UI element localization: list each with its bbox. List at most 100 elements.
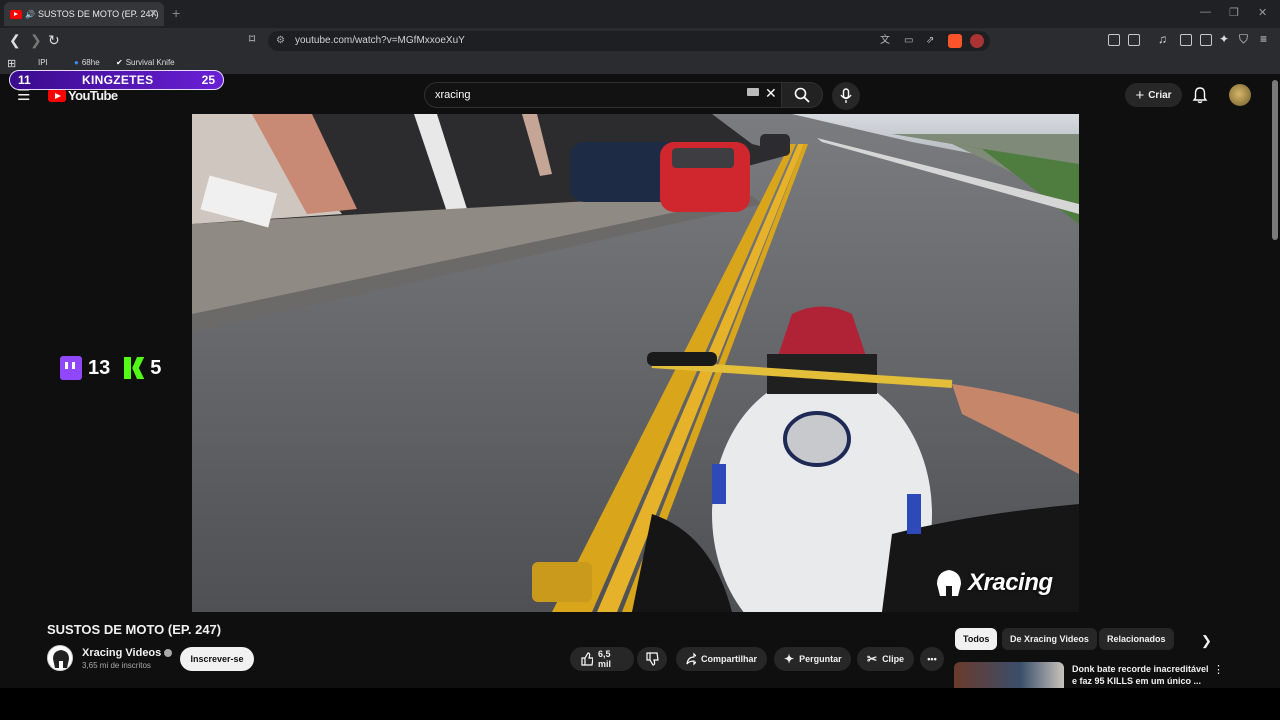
clear-search-icon[interactable]: ✕: [765, 85, 777, 102]
score-name: KINGZETES: [82, 73, 154, 87]
video-watermark: Xracing: [934, 568, 1053, 598]
new-tab-icon[interactable]: +: [172, 5, 180, 21]
menu-icon[interactable]: ≡: [1260, 32, 1267, 46]
ask-button[interactable]: ✦ Perguntar: [774, 647, 851, 671]
microphone-icon: [840, 88, 852, 103]
thumbs-down-icon: [646, 652, 659, 666]
subscriber-count: 3,65 mi de inscritos: [82, 661, 151, 670]
spartan-helmet-icon: [937, 570, 961, 596]
audio-icon: 🔊: [25, 9, 35, 19]
bookmark-icon[interactable]: ⌑: [249, 32, 255, 46]
channel-logo-icon: [53, 650, 69, 668]
tab-title: SUSTOS DE MOTO (EP. 247): [37, 9, 159, 19]
restore-icon[interactable]: ❐: [1229, 6, 1239, 19]
score-left: 11: [18, 73, 31, 87]
back-icon[interactable]: ❮: [9, 32, 21, 49]
subscribe-label: Inscrever-se: [190, 654, 244, 664]
youtube-favicon-icon: [10, 9, 22, 19]
verified-icon: [164, 649, 173, 657]
extensions-icon[interactable]: [1108, 34, 1120, 46]
forward-icon[interactable]: ❯: [30, 32, 42, 49]
channel-name: Xracing Videos: [82, 647, 162, 659]
downloads-icon[interactable]: [1200, 34, 1212, 46]
minimize-icon[interactable]: —: [1200, 6, 1211, 18]
user-avatar[interactable]: [1229, 84, 1251, 106]
bookmark-item[interactable]: ● 68he: [74, 58, 100, 67]
wallet-icon[interactable]: [1128, 34, 1140, 46]
cast-icon[interactable]: ▭: [904, 31, 913, 51]
clip-button[interactable]: ✂ Clipe: [857, 647, 914, 671]
chip-related[interactable]: Relacionados: [1099, 628, 1174, 650]
sparkle-icon: ✦: [784, 652, 795, 666]
create-button[interactable]: + Criar: [1125, 83, 1182, 107]
url-field[interactable]: ⚙ youtube.com/watch?v=MGfMxxoeXuY 文 ▭ ⇗: [268, 31, 990, 51]
search-icon: [794, 87, 810, 103]
chip-label: Relacionados: [1107, 634, 1166, 644]
translate-icon[interactable]: 文: [880, 31, 890, 51]
tab-close-icon[interactable]: ✕: [149, 7, 158, 20]
stream-counters: 13 5: [60, 356, 161, 380]
twitch-icon: [60, 356, 82, 380]
channel-name-row[interactable]: Xracing Videos: [82, 647, 173, 659]
vpn-icon[interactable]: ⛉: [1239, 32, 1248, 47]
reload-icon[interactable]: ↻: [48, 32, 60, 49]
scissors-icon: ✂: [867, 652, 878, 666]
subscribe-button[interactable]: Inscrever-se: [180, 647, 254, 671]
leo-ai-icon[interactable]: ✦: [1219, 32, 1229, 46]
channel-avatar[interactable]: [47, 645, 73, 671]
thumbs-up-icon: [581, 652, 593, 666]
watermark-text: Xracing: [968, 569, 1053, 596]
apps-grid-icon[interactable]: ⊞: [7, 57, 16, 70]
chip-all[interactable]: Todos: [955, 628, 998, 650]
plus-icon: +: [1135, 86, 1145, 104]
notifications-bell-icon[interactable]: [1192, 86, 1208, 104]
more-actions-button[interactable]: •••: [920, 647, 944, 671]
score-overlay: 11 KINGZETES 25: [9, 70, 224, 90]
brave-shield-icon[interactable]: [948, 34, 962, 48]
voice-search-button[interactable]: [832, 82, 860, 110]
kick-count: 5: [150, 356, 162, 379]
more-icon: •••: [927, 654, 937, 664]
like-button[interactable]: 6,5 mil: [570, 647, 634, 671]
search-input[interactable]: xracing ✕: [424, 82, 782, 108]
url-text: youtube.com/watch?v=MGfMxxoeXuY: [295, 35, 465, 46]
search-value: xracing: [435, 89, 471, 101]
sidebar-icon[interactable]: [1180, 34, 1192, 46]
share-icon: [686, 652, 696, 666]
video-player[interactable]: [192, 114, 1079, 612]
taskbar-area: [0, 688, 1280, 720]
video-frame: [192, 114, 1079, 612]
youtube-play-icon: [48, 89, 66, 102]
score-right: 25: [201, 73, 215, 87]
chip-label: De Xracing Videos: [1010, 634, 1089, 644]
chevron-right-icon[interactable]: ❯: [1201, 633, 1212, 649]
like-count: 6,5 mil: [598, 649, 612, 669]
media-icon[interactable]: ♫: [1158, 32, 1167, 46]
youtube-logo-text: YouTube: [68, 88, 118, 103]
bookmark-item[interactable]: IPI: [38, 58, 48, 67]
clip-label: Clipe: [882, 654, 905, 664]
share-button[interactable]: Compartilhar: [676, 647, 767, 671]
dislike-button[interactable]: [637, 647, 667, 671]
recommendation-title[interactable]: Donk bate recorde inacreditável e faz 95…: [1072, 663, 1212, 687]
keyboard-icon[interactable]: [747, 88, 759, 96]
chip-from-channel[interactable]: De Xracing Videos: [1002, 628, 1097, 650]
youtube-logo[interactable]: YouTube: [48, 88, 118, 103]
rewards-icon[interactable]: [970, 34, 984, 48]
kick-icon: [124, 357, 144, 379]
create-label: Criar: [1148, 89, 1172, 101]
twitch-count: 13: [88, 356, 111, 379]
window-close-icon[interactable]: ✕: [1258, 6, 1267, 19]
video-title: SUSTOS DE MOTO (EP. 247): [47, 622, 222, 637]
site-info-icon[interactable]: ⚙: [276, 31, 285, 51]
share-page-icon[interactable]: ⇗: [926, 31, 934, 51]
recommendation-thumbnail[interactable]: [954, 662, 1064, 688]
ask-label: Perguntar: [799, 654, 842, 664]
share-label: Compartilhar: [700, 654, 757, 664]
address-bar-row: ❮ ❯ ↻ ⌑ ⚙ youtube.com/watch?v=MGfMxxoeXu…: [0, 28, 1280, 54]
bookmark-item[interactable]: ✔ Survival Knife: [116, 58, 175, 67]
page-scrollbar[interactable]: [1272, 80, 1278, 240]
recommendation-menu-icon[interactable]: ⋮: [1213, 663, 1224, 676]
browser-tab[interactable]: 🔊 SUSTOS DE MOTO (EP. 247) ✕: [4, 2, 164, 26]
search-button[interactable]: [781, 82, 823, 108]
